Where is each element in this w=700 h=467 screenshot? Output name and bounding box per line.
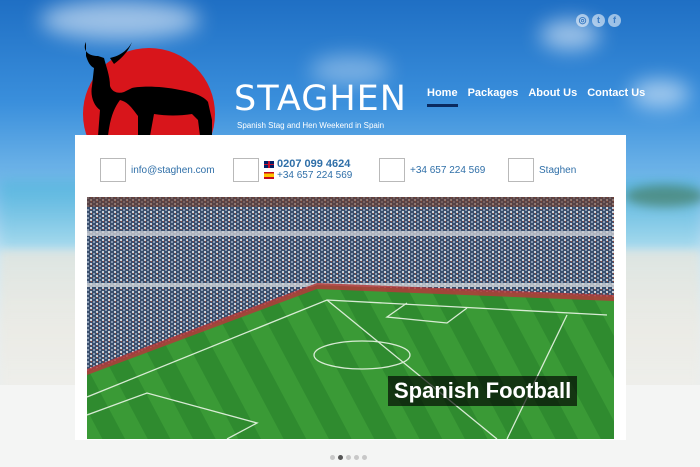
spain-flag-icon: [264, 171, 274, 179]
email-icon: [100, 158, 126, 182]
slide-caption: Spanish Football: [388, 376, 578, 406]
logo-wordmark: STAGHEN: [234, 79, 407, 119]
contact-skype[interactable]: Staghen: [508, 158, 576, 182]
nav-home[interactable]: Home: [427, 87, 458, 107]
slider-dot[interactable]: [346, 455, 351, 460]
social-links: ◎ t f: [576, 14, 621, 27]
slider-dot-active[interactable]: [338, 455, 343, 460]
logo-tagline: Spanish Stag and Hen Weekend in Spain: [237, 121, 385, 130]
skype-icon: [508, 158, 534, 182]
slider-pagination: [330, 455, 367, 460]
email-link[interactable]: info@staghen.com: [131, 165, 215, 176]
uk-phone[interactable]: 0207 099 4624: [277, 158, 350, 170]
background-cloud: [40, 0, 200, 40]
background-island: [625, 185, 700, 207]
contact-phones[interactable]: 0207 099 4624 +34 657 224 569: [233, 158, 352, 182]
bull-icon: [84, 42, 212, 136]
facebook-icon[interactable]: f: [608, 14, 621, 27]
spain-phone[interactable]: +34 657 224 569: [277, 170, 352, 181]
uk-flag-icon: [264, 160, 274, 168]
nav-contact-us[interactable]: Contact Us: [587, 87, 645, 99]
mobile-number[interactable]: +34 657 224 569: [410, 165, 485, 176]
contact-mobile[interactable]: +34 657 224 569: [379, 158, 485, 182]
phone-icon: [233, 158, 259, 182]
nav-packages[interactable]: Packages: [468, 87, 519, 99]
skype-name[interactable]: Staghen: [539, 165, 576, 176]
site-logo[interactable]: STAGHEN Spanish Stag and Hen Weekend in …: [80, 36, 410, 180]
nav-about-us[interactable]: About Us: [528, 87, 577, 99]
slider-dot[interactable]: [330, 455, 335, 460]
contact-email[interactable]: info@staghen.com: [100, 158, 215, 182]
main-navigation: Home Packages About Us Contact Us: [427, 87, 645, 107]
mobile-icon: [379, 158, 405, 182]
slider-dot[interactable]: [354, 455, 359, 460]
twitter-icon[interactable]: t: [592, 14, 605, 27]
slider-dot[interactable]: [362, 455, 367, 460]
rss-icon[interactable]: ◎: [576, 14, 589, 27]
